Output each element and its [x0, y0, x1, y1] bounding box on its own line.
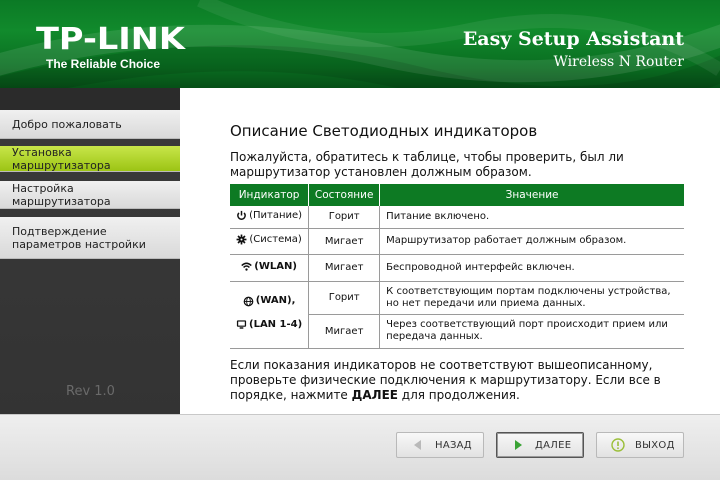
table-row: (Система) Мигает Маршрутизатор работает … [230, 228, 684, 255]
table-row: (WAN), (LAN 1-4) Горит К соответствующим… [230, 281, 684, 349]
sidebar-top-strip [0, 88, 180, 110]
power-icon [237, 210, 246, 220]
globe-icon [243, 296, 254, 306]
indicator-label: (Питание) [249, 209, 303, 221]
table-row: (Питание) Горит Питание включено. [230, 206, 684, 229]
meaning-cell: Через соответствующий порт происходит пр… [379, 314, 684, 349]
arrow-left-icon [414, 440, 421, 450]
meaning-cell: Питание включено. [379, 206, 684, 229]
sidebar-item-confirm[interactable]: Подтверждение параметров настройки [0, 217, 180, 259]
back-button[interactable]: НАЗАД [396, 432, 484, 458]
table-header-row: Индикатор Состояние Значение [230, 184, 684, 206]
wifi-icon [241, 262, 253, 271]
column-header: Индикатор [230, 184, 310, 206]
outro-next-emphasis: ДАЛЕЕ [351, 388, 398, 402]
sidebar-item-configure[interactable]: Настройка маршрутизатора [0, 181, 180, 209]
sidebar-item-label: Подтверждение параметров настройки [12, 224, 146, 251]
state-cell: Горит [308, 281, 381, 315]
sidebar-item-install[interactable]: Установка маршрутизатора [0, 146, 180, 172]
back-button-label: НАЗАД [435, 439, 472, 451]
sidebar-item-welcome[interactable]: Добро пожаловать [0, 110, 180, 139]
state-cell: Горит [308, 206, 381, 229]
next-button-label: ДАЛЕЕ [535, 439, 572, 451]
state-cell: Мигает [308, 228, 381, 255]
page-title: Описание Светодиодных индикаторов [230, 122, 538, 140]
indicator-label: (LAN 1-4) [249, 318, 303, 330]
meaning-cell: К соответствующим портам подключены устр… [379, 281, 684, 315]
sidebar-item-label: Установка маршрутизатора [12, 145, 111, 172]
exit-button[interactable]: ВЫХОД [596, 432, 684, 458]
indicator-label: (WAN), [255, 295, 296, 306]
app-subtitle: Wireless N Router [553, 54, 684, 70]
meaning-cell: Маршрутизатор работает должным образом. [379, 228, 684, 255]
sidebar-item-label: Добро пожаловать [12, 117, 122, 131]
app-title: Easy Setup Assistant [462, 28, 684, 50]
intro-text: Пожалуйста, обратитесь к таблице, чтобы … [230, 150, 624, 179]
column-header: Состояние [308, 184, 381, 206]
header-banner: TP-LINK The Reliable Choice Easy Setup A… [0, 0, 720, 88]
info-icon [611, 438, 625, 452]
meaning-cell: Беспроводной интерфейс включен. [379, 254, 684, 282]
indicator-label: (WLAN) [254, 260, 297, 272]
sidebar-item-label: Настройка маршрутизатора [12, 181, 111, 208]
led-table: Индикатор Состояние Значение (Питание) Г… [230, 184, 684, 349]
state-cell: Мигает [308, 254, 381, 282]
tagline: The Reliable Choice [46, 57, 161, 71]
outro-text-part: для продолжения. [397, 388, 520, 402]
main-content: Описание Светодиодных индикаторов Пожалу… [180, 88, 720, 414]
table-row: (WLAN) Мигает Беспроводной интерфейс вкл… [230, 254, 684, 282]
tp-link-logo: TP-LINK [36, 22, 185, 57]
footer-bar: НАЗАД ДАЛЕЕ ВЫХОД [0, 414, 720, 480]
exit-button-label: ВЫХОД [635, 439, 675, 451]
sidebar: Добро пожаловать Установка маршрутизатор… [0, 88, 180, 414]
next-button[interactable]: ДАЛЕЕ [496, 432, 584, 458]
arrow-right-icon [515, 440, 522, 450]
monitor-icon [236, 320, 247, 329]
indicator-label: (Система) [249, 234, 302, 245]
outro-text: Если показания индикаторов не соответств… [230, 358, 670, 403]
revision-label: Rev 1.0 [66, 384, 115, 399]
column-header: Значение [379, 184, 684, 206]
gear-icon [236, 234, 247, 245]
state-cell: Мигает [308, 314, 381, 349]
